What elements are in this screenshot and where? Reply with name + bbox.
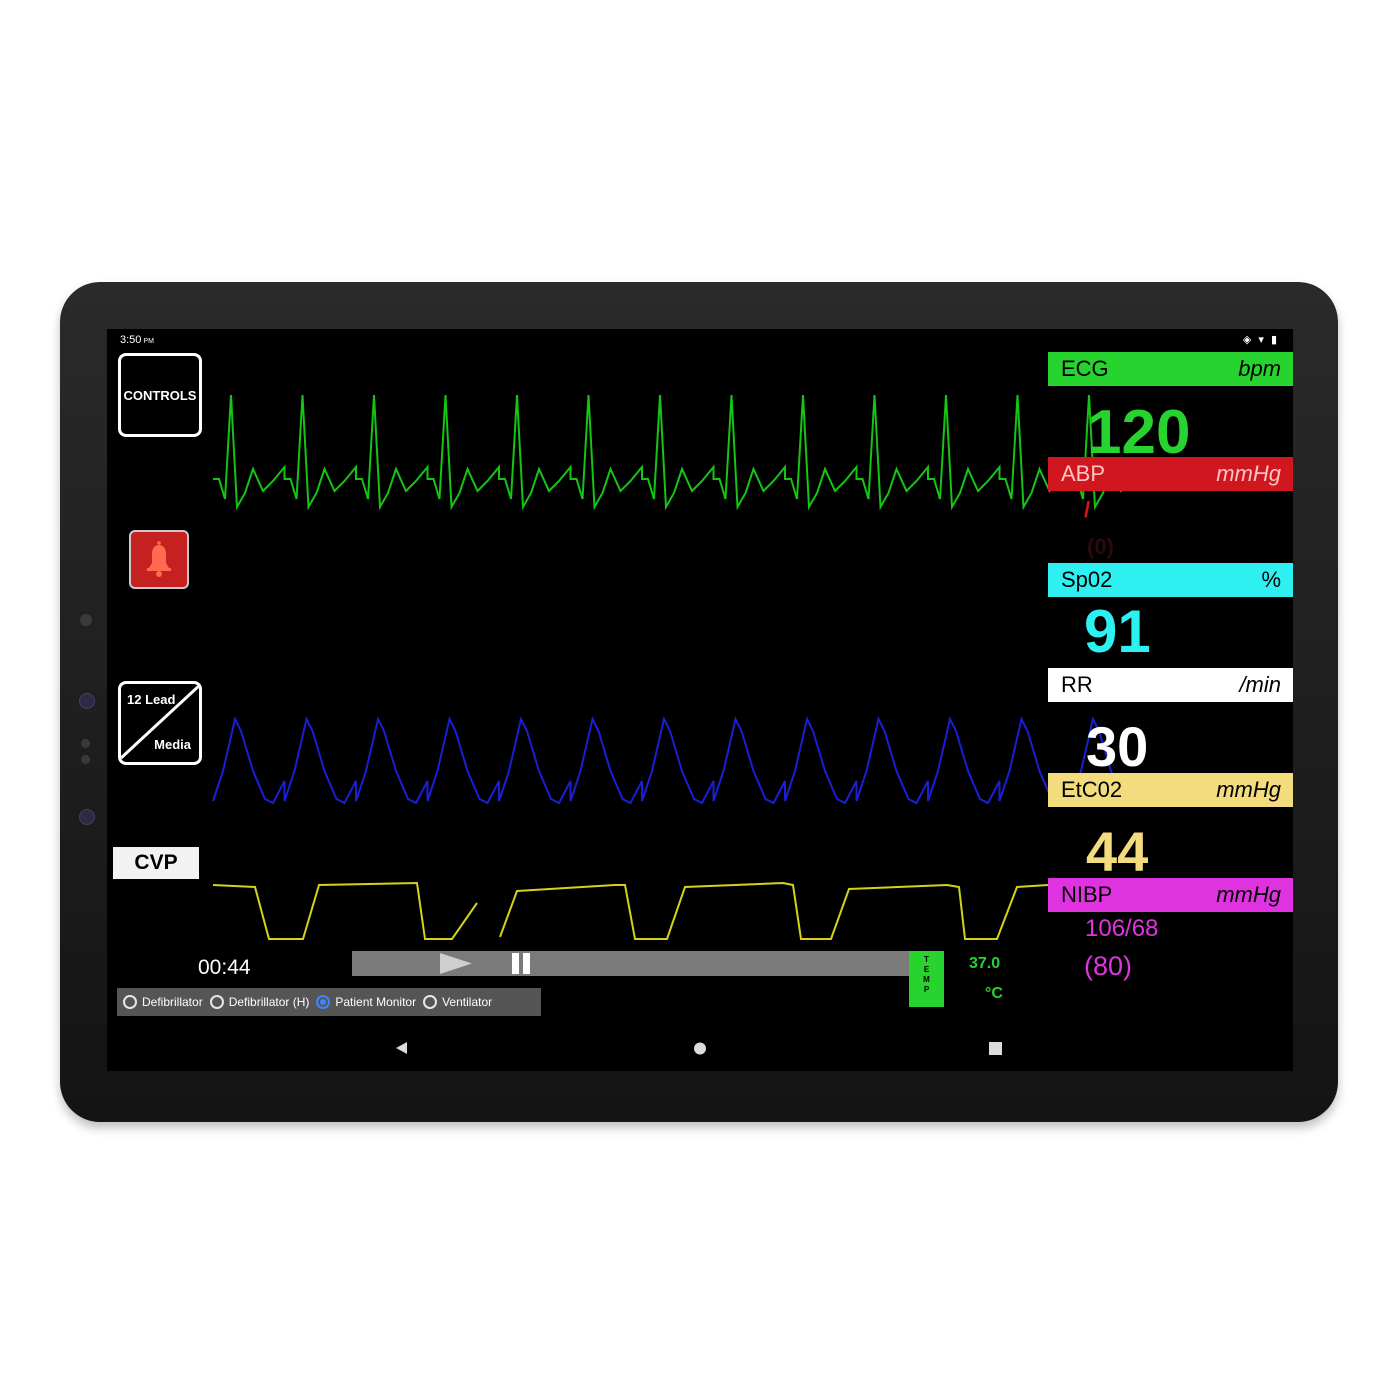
radio-selected-icon <box>316 995 331 1009</box>
spo2-name: Sp02 <box>1061 567 1113 592</box>
spo2-unit: % <box>1261 567 1281 592</box>
temperature-value: 37.0 <box>969 955 1001 972</box>
nibp-value: 106/68 <box>1085 915 1159 942</box>
camera-dot <box>80 614 92 626</box>
spo2-header[interactable]: Sp02 % <box>1048 563 1293 597</box>
sensor-lens <box>79 809 95 825</box>
temp-button[interactable]: TEMP <box>909 951 944 1007</box>
cvp-waveform <box>212 881 1049 940</box>
sensor-dot <box>81 755 90 764</box>
home-icon[interactable] <box>692 1041 708 1057</box>
radio-icon <box>423 995 438 1009</box>
mode-ventilator[interactable]: Ventilator <box>423 995 492 1009</box>
abp-unit: mmHg <box>1216 461 1281 486</box>
abp-mean: (0) <box>1087 534 1114 559</box>
abp-value: / <box>1084 497 1091 522</box>
ecg-waveform <box>213 394 1144 511</box>
abp-name: ABP <box>1061 461 1106 486</box>
etco2-value: 44 <box>1086 820 1149 883</box>
recents-icon[interactable] <box>988 1041 1004 1057</box>
etco2-name: EtC02 <box>1061 777 1123 802</box>
mode-defibrillator[interactable]: Defibrillator <box>123 995 203 1009</box>
spo2-value: 91 <box>1084 598 1151 665</box>
playback-progress-bar[interactable] <box>352 951 912 976</box>
ecg-header[interactable]: ECG bpm <box>1048 352 1293 386</box>
play-icon <box>440 953 472 974</box>
mode-defibrillator-h[interactable]: Defibrillator (H) <box>209 995 309 1009</box>
abp-header[interactable]: ABP mmHg <box>1048 457 1293 491</box>
sensor-lens <box>79 693 95 709</box>
etco2-header[interactable]: EtC02 mmHg <box>1048 773 1293 807</box>
sensor-dot <box>81 739 90 748</box>
rr-header[interactable]: RR /min <box>1048 668 1293 702</box>
etco2-unit: mmHg <box>1216 777 1281 802</box>
radio-icon <box>209 995 224 1009</box>
nibp-unit: mmHg <box>1216 882 1281 907</box>
nibp-name: NIBP <box>1061 882 1113 907</box>
radio-icon <box>123 995 137 1009</box>
nibp-mean: (80) <box>1084 951 1133 981</box>
rr-unit: /min <box>1239 672 1281 697</box>
ecg-name: ECG <box>1061 356 1109 381</box>
rr-value: 30 <box>1086 715 1149 778</box>
rr-name: RR <box>1061 672 1093 697</box>
mode-patient-monitor[interactable]: Patient Monitor <box>316 995 416 1009</box>
mode-selector: Defibrillator Defibrillator (H) Patient … <box>117 988 541 1016</box>
resp-waveform <box>212 716 1144 805</box>
temperature-unit: °C <box>985 985 1003 1002</box>
ecg-unit: bpm <box>1238 356 1281 381</box>
pause-icon <box>512 953 519 974</box>
elapsed-time: 00:44 <box>198 956 251 979</box>
monitor-screen: 3:50 PM ◈ ▾ ▮ CONTROLS 12 Lead Media CVP … <box>107 329 1293 1071</box>
back-icon[interactable] <box>394 1041 410 1057</box>
nibp-header[interactable]: NIBP mmHg <box>1048 878 1293 912</box>
